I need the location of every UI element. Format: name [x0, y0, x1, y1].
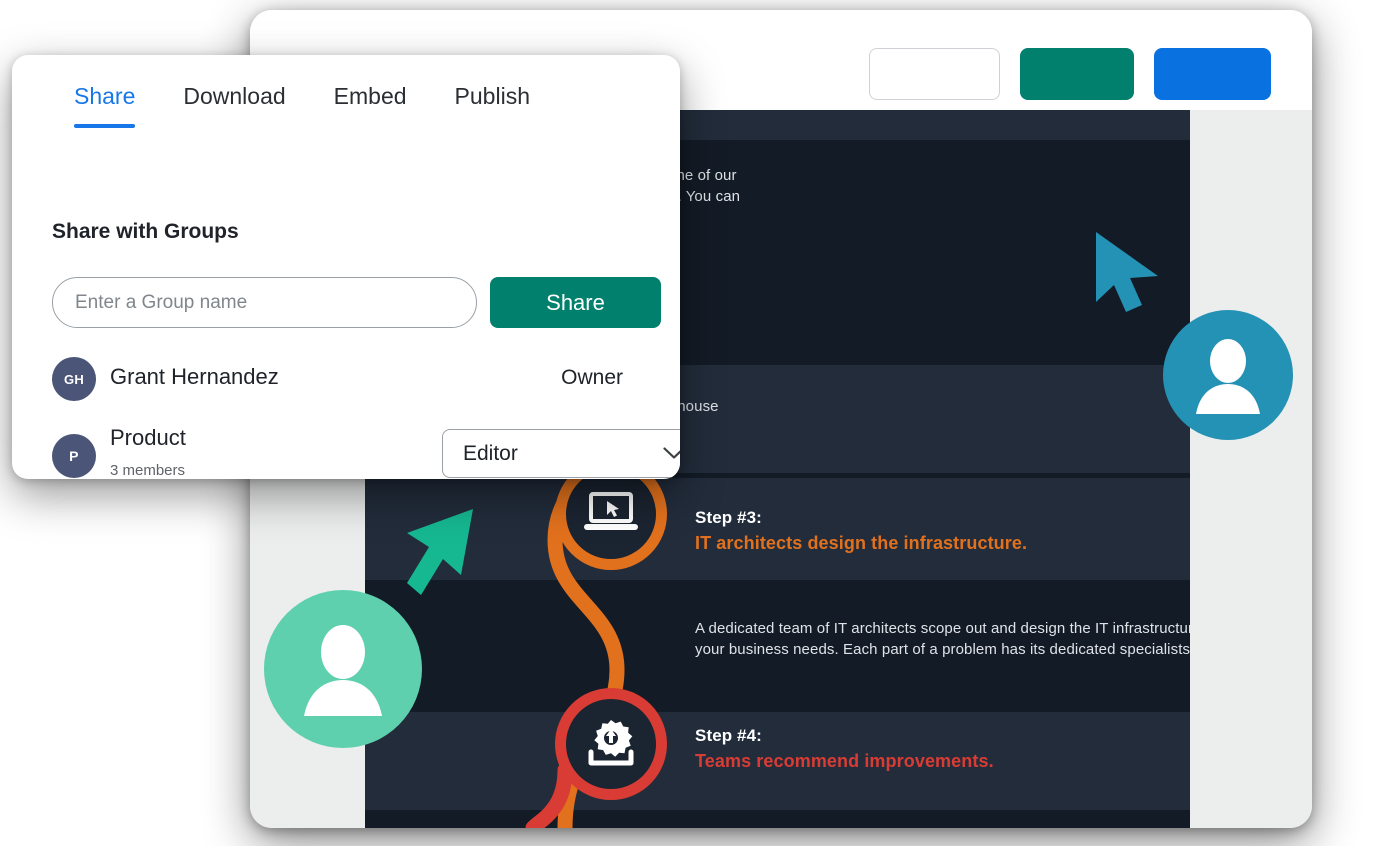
tab-publish[interactable]: Publish [455, 83, 530, 128]
group-name-input[interactable] [52, 277, 477, 328]
blue-cursor-icon [1090, 228, 1170, 318]
share-dialog-tabs: Share Download Embed Publish [74, 83, 530, 128]
teal-cursor-icon [385, 505, 481, 601]
step4-label: Step #4: [695, 726, 762, 746]
toolbar-blue-button[interactable] [1154, 48, 1271, 100]
person-icon [299, 622, 387, 716]
laptop-cursor-icon [582, 491, 640, 537]
share-with-groups-title: Share with Groups [52, 220, 239, 244]
share-person-row: GH Grant Hernandez Owner [52, 357, 640, 401]
step4-icon-node [555, 688, 667, 800]
chevron-down-icon [663, 447, 680, 460]
gear-upload-icon [582, 718, 640, 770]
tab-embed[interactable]: Embed [334, 83, 407, 128]
band-h [365, 810, 1190, 828]
avatar: P [52, 434, 96, 478]
role-dropdown[interactable]: Editor [442, 429, 680, 478]
step3-heading: IT architects design the infrastructure. [695, 533, 1027, 554]
screenshot-root: …our approach for every one of our clien… [0, 0, 1378, 846]
share-button[interactable]: Share [490, 277, 661, 328]
avatar: GH [52, 357, 96, 401]
tab-download[interactable]: Download [183, 83, 285, 128]
role-dropdown-value: Editor [463, 442, 518, 466]
role-label: Owner [561, 366, 623, 390]
person-icon [1192, 336, 1264, 414]
step4-heading: Teams recommend improvements. [695, 751, 994, 772]
tab-share[interactable]: Share [74, 83, 135, 128]
step3-label: Step #3: [695, 508, 762, 528]
share-dialog: Share Download Embed Publish Share with … [12, 55, 680, 479]
person-name: Grant Hernandez [110, 364, 279, 390]
toolbar-outline-button[interactable] [869, 48, 1000, 100]
share-group-row: P Product 3 members Editor [52, 427, 664, 479]
group-name: Product [110, 425, 186, 451]
toolbar-green-button[interactable] [1020, 48, 1134, 100]
group-member-count: 3 members [110, 462, 185, 479]
band-e [365, 478, 1190, 580]
teal-collaborator-avatar[interactable] [264, 590, 422, 748]
step3-body: A dedicated team of IT architects scope … [695, 618, 1190, 660]
blue-collaborator-avatar[interactable] [1163, 310, 1293, 440]
